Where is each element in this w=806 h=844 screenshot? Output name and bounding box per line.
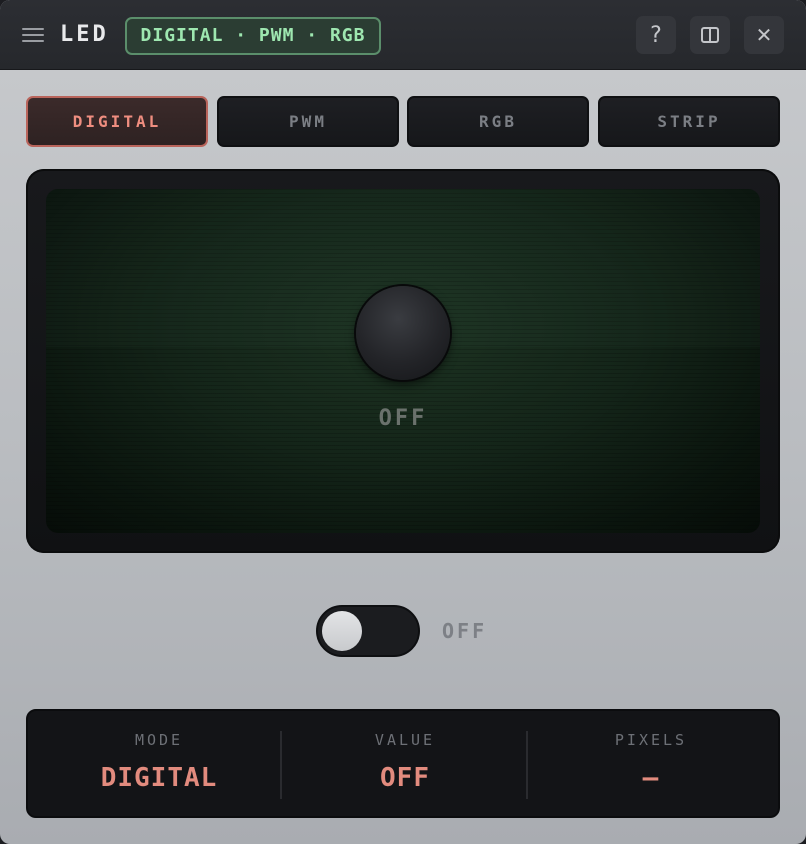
status-pixels: PIXELS — <box>526 711 776 816</box>
split-view-button[interactable] <box>690 16 730 54</box>
split-view-icon <box>701 27 719 43</box>
menu-icon[interactable] <box>22 25 44 45</box>
title-bar: LED DIGITAL · PWM · RGB ? ✕ <box>0 0 806 70</box>
status-value-label: VALUE <box>374 731 436 749</box>
status-mode-label: MODE <box>134 731 184 749</box>
toggle-knob <box>322 611 362 651</box>
status-mode-value: DIGITAL <box>100 763 218 793</box>
status-pixels-label: PIXELS <box>614 731 688 749</box>
tab-pwm[interactable]: PWM <box>217 96 399 147</box>
close-icon: ✕ <box>755 23 773 47</box>
tab-rgb[interactable]: RGB <box>407 96 589 147</box>
status-pixels-value: — <box>642 763 660 793</box>
mode-badge: DIGITAL · PWM · RGB <box>125 17 381 55</box>
toggle-state-label: OFF <box>442 619 488 643</box>
status-panel: MODE DIGITAL VALUE OFF PIXELS — <box>26 709 780 818</box>
status-mode: MODE DIGITAL <box>34 711 284 816</box>
status-value-value: OFF <box>380 763 430 793</box>
power-toggle[interactable] <box>316 605 420 657</box>
tab-digital[interactable]: DIGITAL <box>26 96 208 147</box>
help-icon: ? <box>650 22 662 48</box>
led-indicator <box>356 286 450 380</box>
app-title: LED <box>60 22 109 47</box>
led-state-text: OFF <box>378 406 428 431</box>
help-button[interactable]: ? <box>636 16 676 54</box>
status-value: VALUE OFF <box>280 711 530 816</box>
close-button[interactable]: ✕ <box>744 16 784 54</box>
led-window: LED DIGITAL · PWM · RGB ? ✕ DIGITAL PWM … <box>0 0 806 844</box>
tab-strip[interactable]: STRIP <box>598 96 780 147</box>
